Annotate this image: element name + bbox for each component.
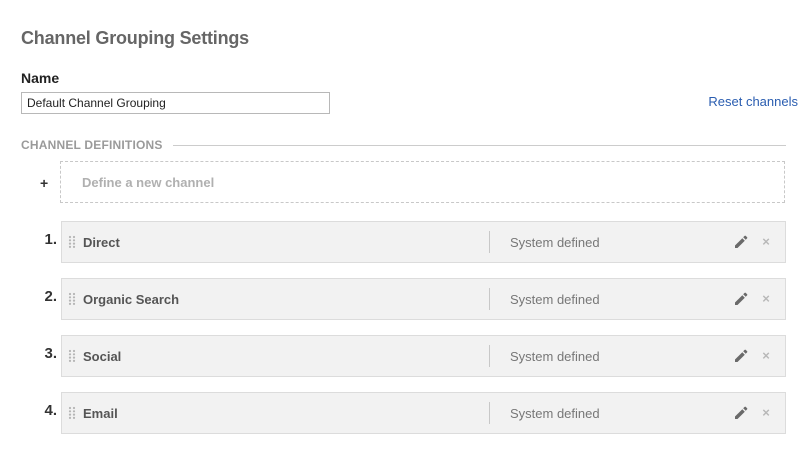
channel-card[interactable]: Organic Search System defined ×	[61, 278, 786, 320]
add-channel-plus-icon[interactable]: +	[40, 175, 48, 191]
name-input[interactable]	[21, 92, 330, 114]
drag-handle-icon[interactable]	[68, 406, 76, 420]
close-icon[interactable]: ×	[760, 292, 772, 306]
channel-name: Social	[83, 348, 122, 364]
column-divider	[489, 288, 490, 310]
section-divider	[172, 144, 786, 146]
close-icon[interactable]: ×	[760, 406, 772, 420]
define-new-channel-button[interactable]: Define a new channel	[60, 161, 785, 203]
section-title: CHANNEL DEFINITIONS	[21, 138, 163, 152]
name-label: Name	[21, 70, 60, 86]
channel-row: 1. Direct System defined ×	[21, 221, 786, 263]
drag-handle-icon[interactable]	[68, 349, 76, 363]
drag-handle-icon[interactable]	[68, 292, 76, 306]
channel-row: 3. Social System defined ×	[21, 335, 786, 377]
reset-channels-link[interactable]: Reset channels	[708, 94, 798, 109]
channel-row: 4. Email System defined ×	[21, 392, 786, 434]
column-divider	[489, 402, 490, 424]
channel-number: 2.	[44, 288, 57, 305]
channel-definitions-header: CHANNEL DEFINITIONS	[21, 137, 786, 153]
channel-number: 4.	[44, 402, 57, 419]
channel-type: System defined	[510, 405, 600, 421]
channel-type: System defined	[510, 348, 600, 364]
pencil-icon[interactable]	[734, 235, 748, 249]
channel-name: Direct	[83, 234, 120, 250]
channel-card[interactable]: Social System defined ×	[61, 335, 786, 377]
page-title: Channel Grouping Settings	[21, 28, 249, 48]
channel-number: 1.	[44, 231, 57, 248]
channel-card[interactable]: Direct System defined ×	[61, 221, 786, 263]
channel-name: Organic Search	[83, 291, 180, 307]
channel-number: 3.	[44, 345, 57, 362]
column-divider	[489, 231, 490, 253]
channel-type: System defined	[510, 234, 600, 250]
pencil-icon[interactable]	[734, 349, 748, 363]
channel-type: System defined	[510, 291, 600, 307]
pencil-icon[interactable]	[734, 406, 748, 420]
close-icon[interactable]: ×	[760, 349, 772, 363]
channel-grouping-settings-page: Channel Grouping Settings Name Reset cha…	[0, 0, 811, 451]
channel-row: 2. Organic Search System defined ×	[21, 278, 786, 320]
channel-card[interactable]: Email System defined ×	[61, 392, 786, 434]
pencil-icon[interactable]	[734, 292, 748, 306]
close-icon[interactable]: ×	[760, 235, 772, 249]
channel-name: Email	[83, 405, 118, 421]
column-divider	[489, 345, 490, 367]
define-new-channel-label: Define a new channel	[82, 174, 215, 190]
drag-handle-icon[interactable]	[68, 235, 76, 249]
